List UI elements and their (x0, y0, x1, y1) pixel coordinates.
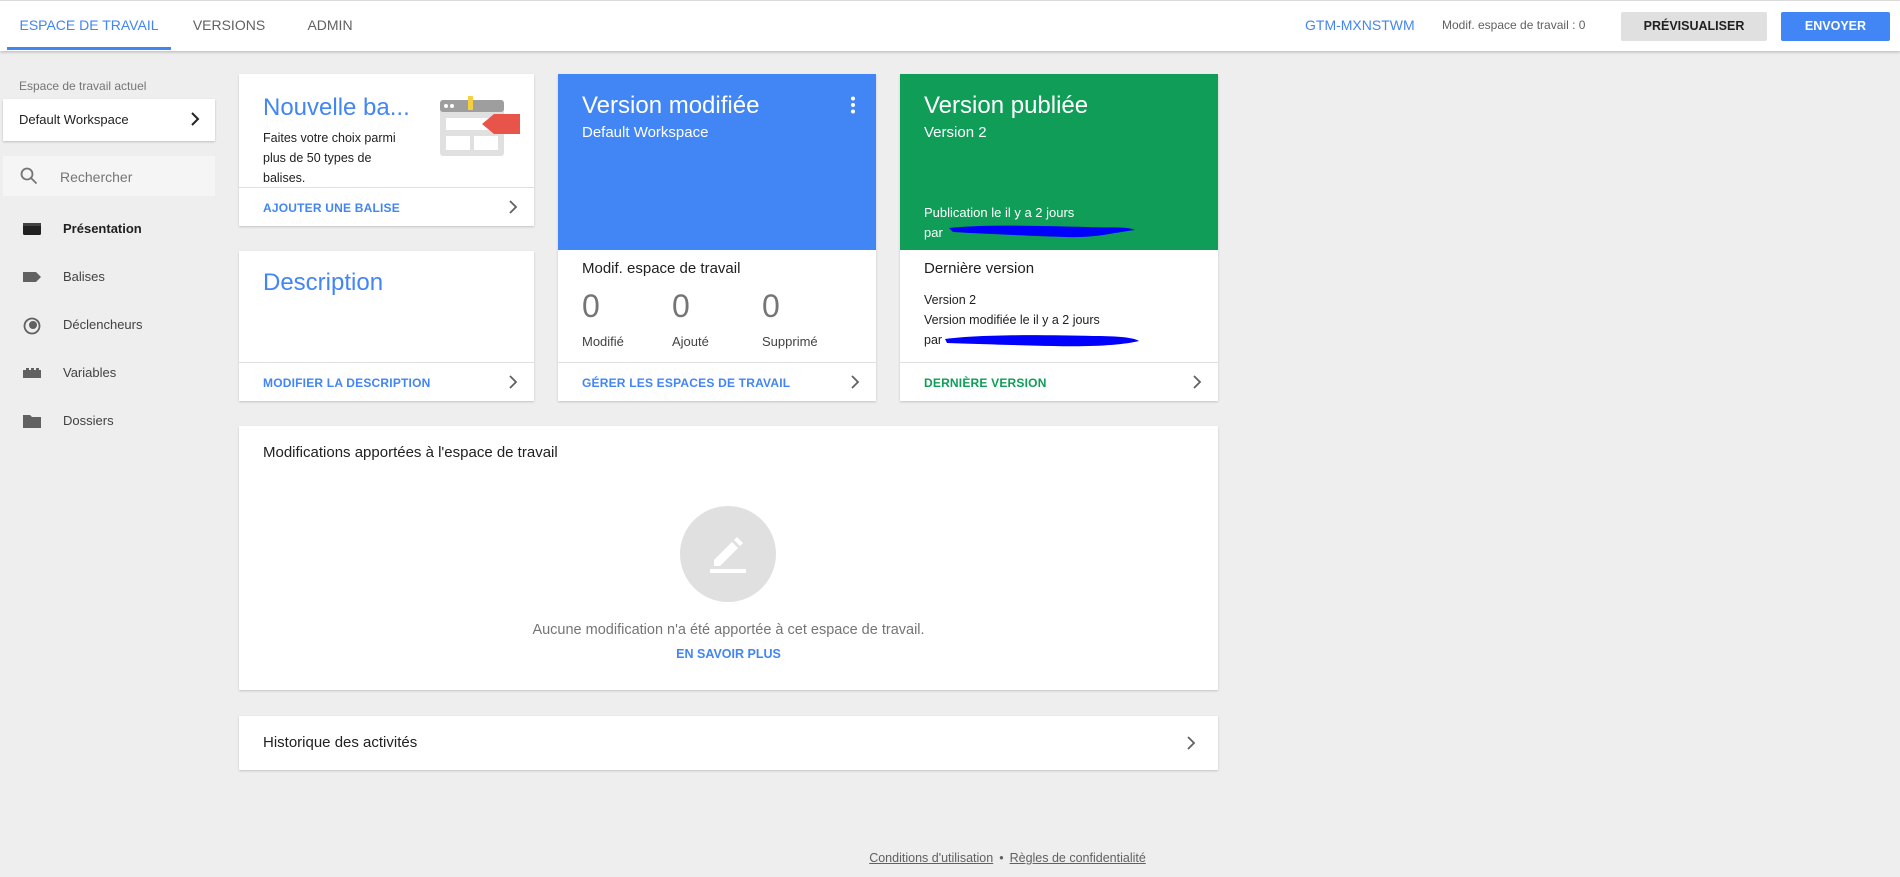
published-version-subtitle: Version 2 (924, 124, 987, 141)
sidebar-item-label: Dossiers (63, 413, 114, 428)
search-box (3, 156, 215, 196)
edit-pencil-icon (710, 537, 746, 573)
chevron-right-icon (1186, 736, 1196, 755)
submit-button[interactable]: ENVOYER (1781, 12, 1890, 41)
published-by-label: par (924, 225, 943, 240)
chevron-right-icon (508, 200, 518, 219)
sidebar-item-label: Déclencheurs (63, 317, 143, 332)
redaction-scribble (945, 335, 1139, 347)
tab-workspace[interactable]: ESPACE DE TRAVAIL (7, 1, 171, 50)
manage-workspaces-link-label: GÉRER LES ESPACES DE TRAVAIL (582, 376, 791, 390)
search-icon (20, 167, 38, 190)
preview-button[interactable]: PRÉVISUALISER (1621, 12, 1767, 41)
deleted-label: Supprimé (762, 334, 818, 349)
workspace-selector[interactable]: Default Workspace (3, 99, 215, 141)
workspace-changes-card: Modifications apportées à l'espace de tr… (239, 426, 1218, 690)
empty-state-text: Aucune modification n'a été apportée à c… (532, 622, 925, 638)
sidebar-item-overview[interactable]: Présentation (0, 211, 215, 247)
chevron-right-icon (1192, 375, 1202, 394)
workspace-version-title: Version modifiée (582, 92, 760, 119)
add-tag-link-label: AJOUTER UNE BALISE (263, 201, 400, 215)
latest-version-by-label: par (924, 333, 943, 347)
privacy-link[interactable]: Règles de confidentialité (1010, 851, 1146, 865)
footer-separator: • (999, 851, 1004, 865)
latest-version-number: Version 2 (924, 293, 977, 307)
new-tag-card: Nouvelle ba... Faites votre choix parmi … (239, 74, 534, 226)
description-title: Description (263, 269, 384, 296)
latest-version-modified: Version modifiée le il y a 2 jours (924, 313, 1100, 327)
sidebar-item-triggers[interactable]: Déclencheurs (0, 307, 215, 343)
top-bar: ESPACE DE TRAVAIL VERSIONS ADMIN GTM-MXN… (0, 0, 1900, 51)
sidebar-item-label: Balises (63, 269, 105, 284)
trigger-icon (22, 317, 42, 335)
workspace-changes-label: Modif. espace de travail (582, 260, 741, 277)
published-version-card: Version publiée Version 2 Publication le… (900, 74, 1218, 401)
added-label: Ajouté (672, 334, 709, 349)
workspace-version-header: Version modifiée Default Workspace (558, 74, 876, 250)
deleted-count: 0 (762, 288, 780, 324)
learn-more-link[interactable]: EN SAVOIR PLUS (239, 647, 1218, 661)
modified-label: Modifié (582, 334, 624, 349)
sidebar-item-label: Présentation (63, 221, 142, 236)
terms-link[interactable]: Conditions d'utilisation (869, 851, 993, 865)
published-version-header: Version publiée Version 2 Publication le… (900, 74, 1218, 250)
edit-description-link[interactable]: MODIFIER LA DESCRIPTION (239, 362, 534, 401)
footer: Conditions d'utilisation • Règles de confi… (0, 851, 1900, 865)
new-tag-title[interactable]: Nouvelle ba... (263, 94, 410, 122)
tab-versions[interactable]: VERSIONS (180, 1, 278, 50)
tab-admin[interactable]: ADMIN (292, 1, 368, 50)
edit-description-link-label: MODIFIER LA DESCRIPTION (263, 376, 431, 390)
new-tag-description: Faites votre choix parmi plus de 50 type… (263, 131, 396, 185)
learn-more-label[interactable]: EN SAVOIR PLUS (676, 647, 781, 661)
folder-icon (22, 413, 42, 429)
add-tag-link[interactable]: AJOUTER UNE BALISE (239, 187, 534, 226)
sidebar-item-folders[interactable]: Dossiers (0, 403, 215, 439)
overview-icon (22, 221, 42, 237)
added-count: 0 (672, 288, 690, 324)
manage-workspaces-link[interactable]: GÉRER LES ESPACES DE TRAVAIL (558, 362, 876, 401)
latest-version-label: Dernière version (924, 260, 1035, 277)
workspace-label: Espace de travail actuel (19, 79, 147, 93)
sidebar-item-label: Variables (63, 365, 117, 380)
workspace-name: Default Workspace (19, 112, 129, 127)
description-card: Description MODIFIER LA DESCRIPTION (239, 251, 534, 401)
chevron-right-icon (189, 111, 201, 132)
chevron-right-icon (850, 375, 860, 394)
published-date: Publication le il y a 2 jours (924, 205, 1075, 220)
workspace-version-card: Version modifiée Default Workspace Modif… (558, 74, 876, 401)
activity-history-card[interactable]: Historique des activités (239, 716, 1218, 770)
empty-state-illustration (680, 506, 776, 602)
workspace-version-subtitle: Default Workspace (582, 124, 709, 141)
workspace-changes-title: Modifications apportées à l'espace de tr… (263, 444, 558, 461)
container-id-link[interactable]: GTM-MXNSTWM (1305, 17, 1415, 33)
workspace-changes-count: Modif. espace de travail : 0 (1442, 18, 1586, 32)
activity-history-title: Historique des activités (263, 734, 418, 751)
tag-icon (22, 269, 42, 285)
variables-icon (22, 365, 42, 381)
chevron-right-icon (508, 375, 518, 394)
latest-version-link[interactable]: DERNIÈRE VERSION (900, 362, 1218, 401)
sidebar-item-tags[interactable]: Balises (0, 259, 215, 295)
redaction-scribble (949, 225, 1135, 238)
latest-version-link-label: DERNIÈRE VERSION (924, 376, 1047, 390)
published-version-title: Version publiée (924, 92, 1089, 119)
search-input[interactable] (58, 166, 208, 188)
more-vert-icon[interactable] (850, 96, 856, 119)
sidebar-item-variables[interactable]: Variables (0, 355, 215, 391)
tag-illustration-icon (438, 96, 522, 163)
modified-count: 0 (582, 288, 600, 324)
